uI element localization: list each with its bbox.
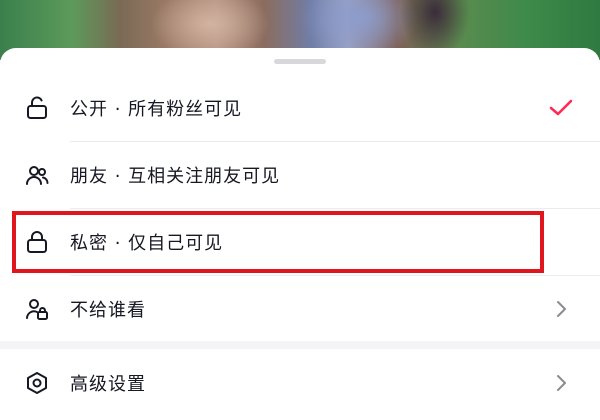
settings-hex-icon	[24, 370, 50, 396]
option-friends[interactable]: 朋友 · 互相关注朋友可见	[0, 142, 600, 208]
checkmark-icon	[548, 95, 574, 121]
advanced-settings-label: 高级设置	[70, 374, 146, 395]
chevron-right-icon	[548, 296, 574, 322]
section-separator	[0, 341, 600, 349]
visibility-bottom-sheet: 公开 · 所有粉丝可见 朋友 · 互相关注朋友可见 私密 · 仅自己可见 不给谁…	[0, 48, 600, 420]
advanced-settings-row[interactable]: 高级设置	[0, 350, 600, 416]
chevron-right-icon	[548, 370, 574, 396]
sheet-drag-handle[interactable]	[274, 59, 326, 64]
user-block-icon	[24, 296, 50, 322]
friends-icon	[24, 162, 50, 188]
option-hide-from[interactable]: 不给谁看	[0, 276, 600, 342]
option-public[interactable]: 公开 · 所有粉丝可见	[0, 75, 600, 141]
option-private[interactable]: 私密 · 仅自己可见	[0, 209, 600, 275]
unlock-icon	[24, 95, 50, 121]
option-private-label: 私密 · 仅自己可见	[70, 233, 224, 254]
option-hide-from-label: 不给谁看	[70, 300, 146, 321]
option-public-label: 公开 · 所有粉丝可见	[70, 99, 243, 120]
lock-icon	[24, 229, 50, 255]
option-friends-label: 朋友 · 互相关注朋友可见	[70, 166, 281, 187]
